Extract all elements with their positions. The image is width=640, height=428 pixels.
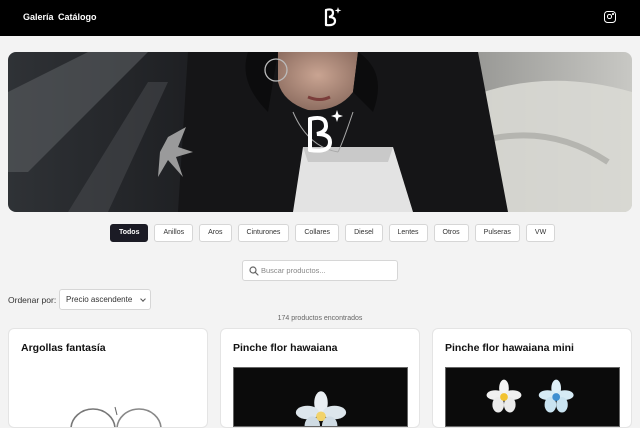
filter-chip-vw[interactable]: VW xyxy=(525,224,556,242)
instagram-icon[interactable] xyxy=(604,11,616,23)
filter-chip-aros[interactable]: Aros xyxy=(199,224,232,242)
product-image-hoop-earrings xyxy=(21,367,196,427)
product-card[interactable]: Pinche flor hawaiana xyxy=(220,328,420,428)
filter-chip-lentes[interactable]: Lentes xyxy=(388,224,428,242)
filter-chip-diesel[interactable]: Diesel xyxy=(345,224,383,242)
results-count: 174 productos encontrados xyxy=(277,315,363,322)
search-box xyxy=(242,260,398,281)
nav-catalogo-link[interactable]: Catálogo xyxy=(58,12,97,22)
filter-chip-todos[interactable]: Todos xyxy=(110,224,149,242)
product-title: Pinche flor hawaiana xyxy=(233,342,338,354)
sort-selected-value: Precio ascendente xyxy=(66,295,133,304)
product-image-flower-clip xyxy=(233,367,408,427)
filter-chip-cinturones[interactable]: Cinturones xyxy=(237,224,290,242)
sort-label: Ordenar por: xyxy=(8,295,57,305)
filter-chip-pulseras[interactable]: Pulseras xyxy=(474,224,520,242)
nav-galeria-link[interactable]: Galería xyxy=(23,12,54,22)
sort-select[interactable]: Precio ascendente xyxy=(59,289,151,310)
filter-chip-collares[interactable]: Collares xyxy=(295,224,340,242)
category-filter-bar: Todos Anillos Aros Cinturones Collares D… xyxy=(110,224,556,242)
product-title: Pinche flor hawaiana mini xyxy=(445,342,574,354)
top-navbar: Galería Catálogo xyxy=(0,0,640,36)
product-image-mini-flower-clips xyxy=(445,367,620,427)
product-card[interactable]: Pinche flor hawaiana mini xyxy=(432,328,632,428)
b-star-logo-icon[interactable] xyxy=(322,6,342,28)
product-card[interactable]: Argollas fantasía xyxy=(8,328,208,428)
filter-chip-anillos[interactable]: Anillos xyxy=(154,224,194,242)
product-title: Argollas fantasía xyxy=(21,342,106,354)
hero-banner xyxy=(8,52,632,212)
search-icon xyxy=(249,266,259,276)
filter-chip-otros[interactable]: Otros xyxy=(433,224,469,242)
hero-image xyxy=(8,52,632,212)
search-input[interactable] xyxy=(261,263,393,278)
chevron-down-icon xyxy=(140,296,146,302)
